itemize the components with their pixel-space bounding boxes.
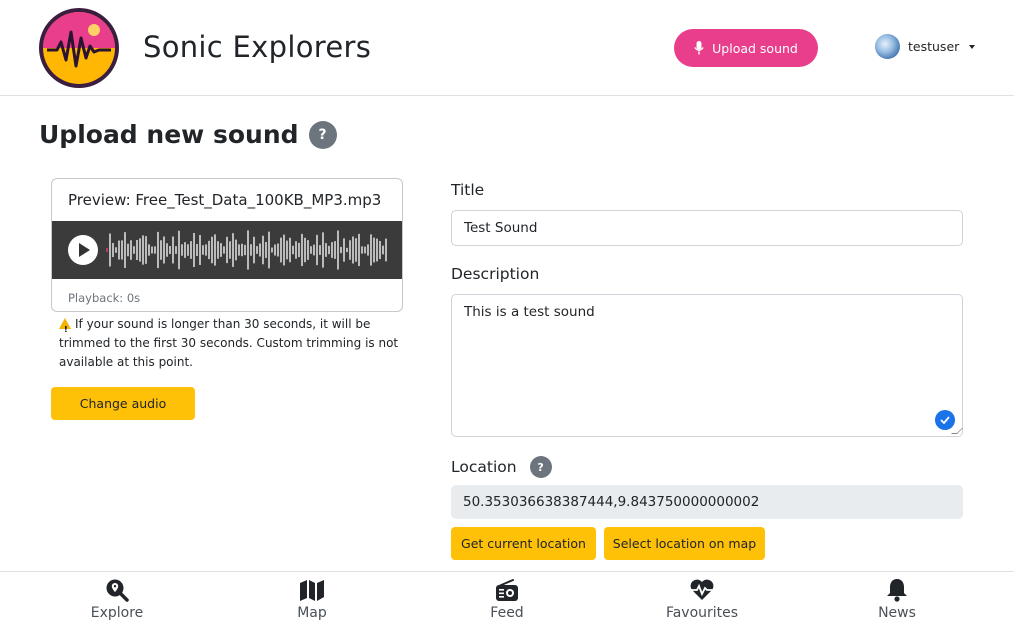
waveform[interactable] bbox=[106, 230, 388, 270]
heartbeat-icon bbox=[690, 579, 714, 600]
get-current-location-button[interactable]: Get current location bbox=[451, 527, 596, 560]
location-input[interactable]: 50.353036638387444,9.843750000000002 bbox=[451, 485, 963, 519]
help-icon[interactable]: ? bbox=[308, 120, 337, 149]
resize-handle-icon[interactable] bbox=[951, 428, 963, 434]
bottom-nav: Explore Map Feed Favourites News bbox=[0, 571, 1014, 630]
upload-sound-button[interactable]: Upload sound bbox=[674, 29, 818, 67]
bell-icon bbox=[887, 579, 907, 602]
playback-time: Playback: 0s bbox=[68, 291, 141, 305]
check-icon bbox=[935, 410, 955, 430]
avatar bbox=[875, 34, 900, 59]
description-textarea[interactable]: This is a test sound bbox=[451, 294, 963, 437]
title-input[interactable]: Test Sound bbox=[451, 210, 963, 246]
nav-news-label: News bbox=[878, 605, 916, 621]
nav-feed[interactable]: Feed bbox=[457, 578, 557, 621]
caret-down-icon bbox=[969, 44, 976, 49]
trim-warning: ! If your sound is longer than 30 seconds… bbox=[59, 315, 404, 372]
description-value: This is a test sound bbox=[464, 304, 595, 320]
location-label: Location bbox=[451, 458, 517, 476]
warning-icon: ! bbox=[59, 318, 71, 334]
brand-title[interactable]: Sonic Explorers bbox=[143, 30, 371, 64]
location-help-icon[interactable]: ? bbox=[529, 456, 552, 478]
change-audio-button[interactable]: Change audio bbox=[51, 387, 195, 420]
microphone-icon bbox=[694, 41, 704, 55]
select-location-on-map-button[interactable]: Select location on map bbox=[604, 527, 765, 560]
play-icon[interactable] bbox=[68, 235, 98, 265]
nav-favourites-label: Favourites bbox=[665, 605, 739, 621]
audio-preview-card: Preview: Free_Test_Data_100KB_MP3.mp3 Pl… bbox=[51, 178, 403, 312]
page-title-text: Upload new sound bbox=[39, 120, 299, 149]
radio-icon bbox=[496, 579, 518, 601]
nav-map[interactable]: Map bbox=[262, 578, 362, 621]
app-header: Sonic Explorers Upload sound testuser bbox=[0, 0, 1014, 96]
location-label-row: Location ? bbox=[451, 456, 552, 478]
page-title: Upload new sound ? bbox=[39, 120, 337, 149]
trim-warning-text: If your sound is longer than 30 seconds,… bbox=[59, 317, 399, 369]
audio-player bbox=[52, 221, 402, 279]
map-icon bbox=[300, 580, 324, 601]
preview-title: Preview: Free_Test_Data_100KB_MP3.mp3 bbox=[68, 191, 382, 209]
nav-news[interactable]: News bbox=[847, 578, 947, 621]
title-label: Title bbox=[451, 181, 485, 199]
upload-sound-label: Upload sound bbox=[712, 40, 798, 56]
nav-map-label: Map bbox=[297, 605, 327, 621]
logo-icon[interactable] bbox=[39, 8, 119, 88]
username: testuser bbox=[908, 39, 960, 54]
search-location-icon bbox=[106, 579, 129, 602]
nav-favourites[interactable]: Favourites bbox=[652, 578, 752, 621]
nav-explore-label: Explore bbox=[90, 605, 144, 621]
user-menu[interactable]: testuser bbox=[875, 34, 976, 59]
nav-explore[interactable]: Explore bbox=[67, 578, 167, 621]
nav-feed-label: Feed bbox=[490, 605, 524, 621]
description-label: Description bbox=[451, 265, 540, 283]
